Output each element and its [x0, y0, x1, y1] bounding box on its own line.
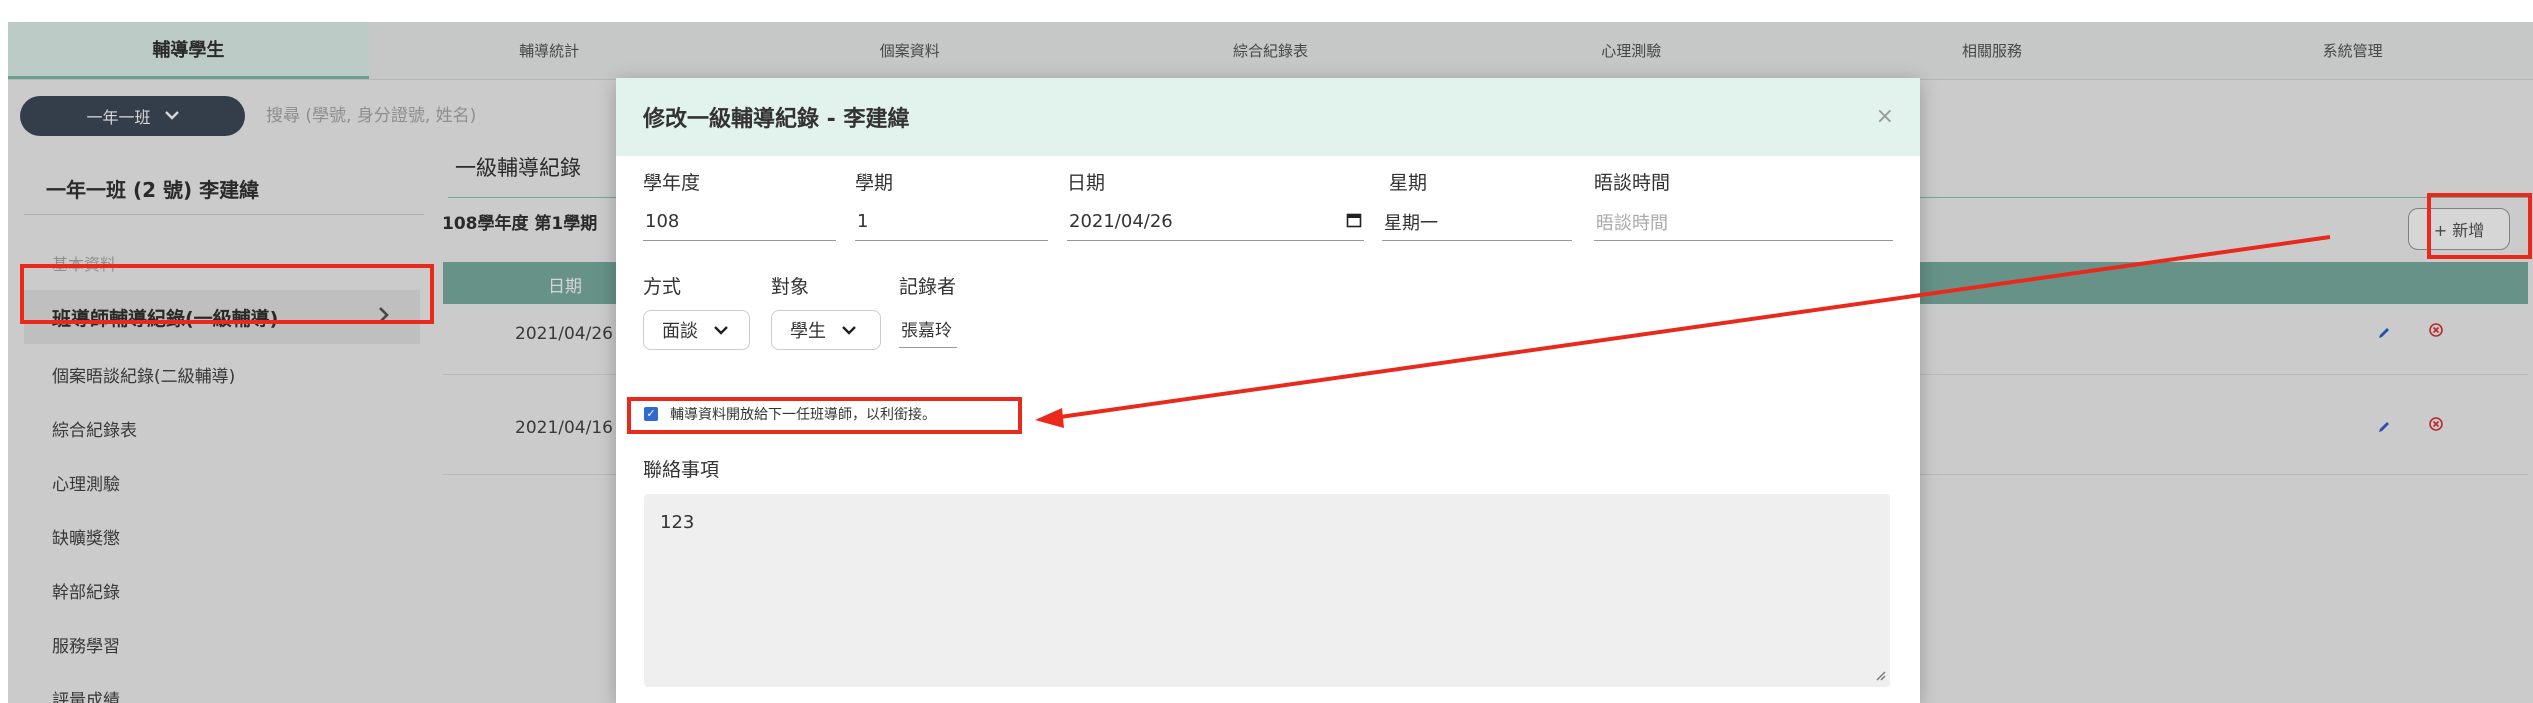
label-target: 對象 — [771, 276, 810, 298]
chevron-down-icon — [842, 326, 856, 335]
calendar-icon[interactable] — [1346, 212, 1362, 232]
contact-textarea[interactable]: 123 — [644, 494, 1890, 687]
method-select[interactable]: 面談 — [643, 310, 750, 350]
label-method: 方式 — [643, 276, 682, 298]
label-contact: 聯絡事項 — [643, 459, 720, 481]
label-weekday: 星期 — [1389, 172, 1428, 194]
handover-checkbox-row[interactable]: ✓ 輔導資料開放給下一任班導師，以利銜接。 — [629, 398, 1017, 430]
contact-value: 123 — [660, 512, 695, 533]
target-value: 學生 — [790, 321, 826, 342]
label-talk-time: 晤談時間 — [1594, 172, 1671, 194]
modal-title: 修改一級輔導紀錄 - 李建緯 — [643, 107, 910, 132]
school-year-field[interactable]: 108 — [643, 203, 836, 241]
resize-handle-icon[interactable] — [1874, 669, 1886, 685]
label-school-year: 學年度 — [643, 172, 701, 194]
weekday-field[interactable]: 星期一 — [1382, 203, 1572, 241]
recorder-field[interactable]: 張嘉玲 — [899, 310, 957, 348]
close-icon[interactable]: × — [1876, 104, 1894, 129]
edit-record-modal: 修改一級輔導紀錄 - 李建緯 × 學年度 108 學期 1 日期 2021/04… — [616, 78, 1920, 703]
label-recorder: 記錄者 — [899, 276, 957, 298]
semester-field[interactable]: 1 — [855, 203, 1048, 241]
target-select[interactable]: 學生 — [771, 310, 881, 350]
check-icon[interactable]: ✓ — [644, 407, 658, 421]
chevron-down-icon — [714, 326, 728, 335]
date-field[interactable]: 2021/04/26 — [1067, 203, 1364, 241]
label-semester: 學期 — [855, 172, 894, 194]
modal-header: 修改一級輔導紀錄 - 李建緯 × — [616, 78, 1920, 156]
handover-checkbox-label: 輔導資料開放給下一任班導師，以利銜接。 — [670, 407, 936, 423]
method-value: 面談 — [662, 321, 698, 342]
date-value: 2021/04/26 — [1069, 211, 1173, 232]
talk-time-field[interactable]: 晤談時間 — [1594, 203, 1893, 241]
label-date: 日期 — [1067, 172, 1106, 194]
